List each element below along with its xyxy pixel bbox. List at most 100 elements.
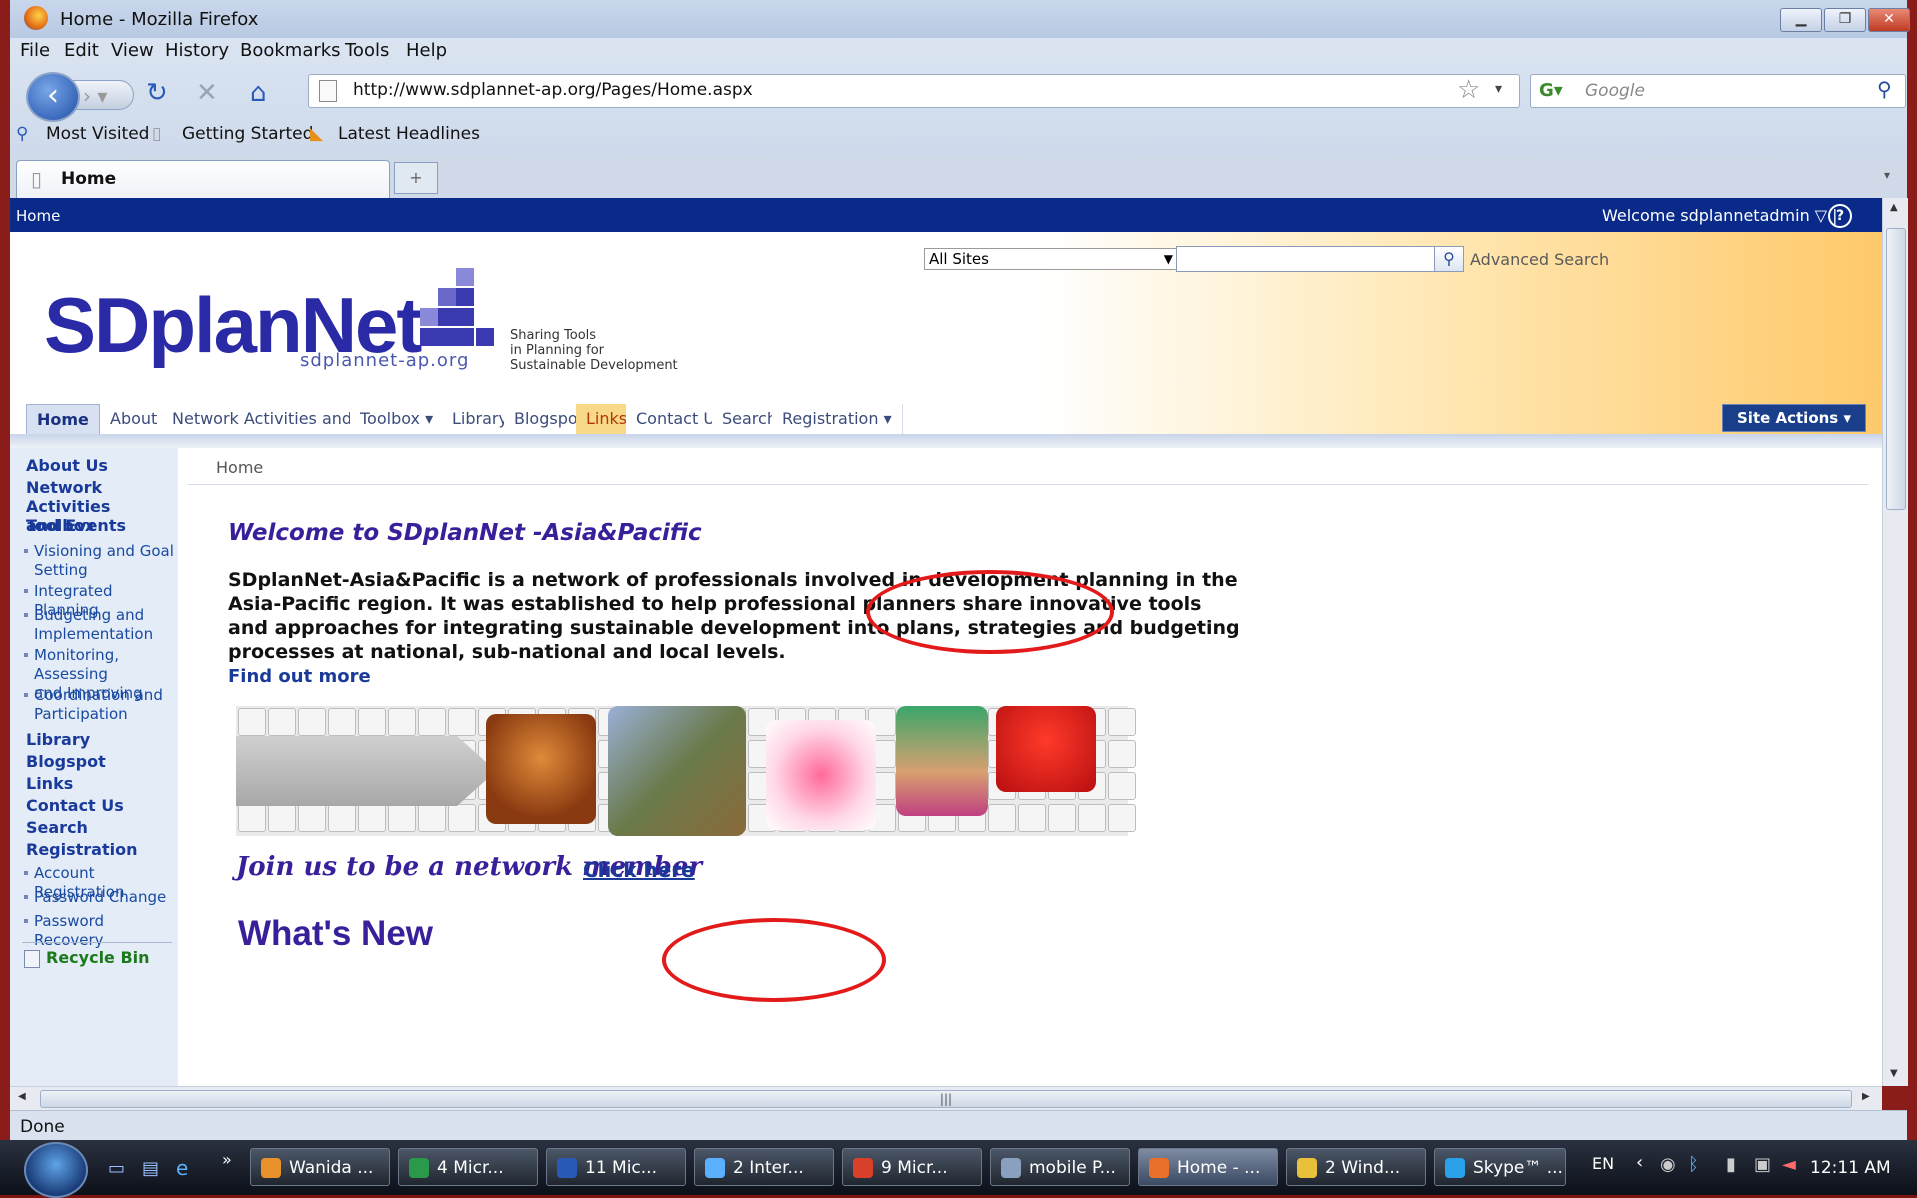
stop-icon[interactable]: ✕: [196, 78, 218, 108]
topbar-home-link[interactable]: Home: [16, 207, 60, 225]
start-button[interactable]: [24, 1142, 88, 1198]
advanced-search-link[interactable]: Advanced Search: [1470, 250, 1609, 269]
banner-tile: [1108, 708, 1136, 736]
menu-edit[interactable]: Edit: [64, 40, 99, 61]
taskbar-item[interactable]: 11 Mic...: [546, 1148, 686, 1186]
site-actions-button[interactable]: Site Actions ▾: [1722, 404, 1866, 432]
page-icon: ▯: [31, 167, 43, 191]
toolbox-visioning[interactable]: Visioning and Goal Setting: [24, 542, 174, 580]
tray-expand-icon[interactable]: ‹: [1636, 1152, 1643, 1173]
taskbar-item[interactable]: 9 Micr...: [842, 1148, 982, 1186]
switch-windows-icon[interactable]: ▤: [142, 1158, 159, 1179]
tab-home[interactable]: ▯ Home: [16, 160, 390, 199]
chevron-down-icon: ▼: [1163, 252, 1173, 266]
ie-quicklaunch-icon[interactable]: e: [176, 1156, 188, 1180]
registration-password-change[interactable]: Password Change: [23, 888, 166, 907]
url-dropdown-icon[interactable]: ▾: [1495, 81, 1502, 97]
tab-list-icon[interactable]: ▾: [1884, 168, 1890, 182]
recycle-bin-link[interactable]: Recycle Bin: [46, 948, 150, 967]
scroll-up-icon[interactable]: ▲: [1890, 202, 1898, 213]
quicklaunch-more-icon[interactable]: »: [222, 1150, 232, 1169]
maximize-button[interactable]: ❐: [1824, 8, 1866, 32]
nav-home[interactable]: Home: [26, 404, 100, 436]
menu-view[interactable]: View: [111, 40, 154, 61]
language-indicator[interactable]: EN: [1592, 1154, 1614, 1173]
search-icon[interactable]: ⚲: [1877, 77, 1892, 101]
network-icon[interactable]: ◉: [1660, 1154, 1676, 1175]
display-icon[interactable]: ▣: [1754, 1154, 1771, 1175]
horizontal-scrollbar[interactable]: ◀ ||| ▶: [10, 1086, 1882, 1111]
label-line: Network Activities: [26, 478, 111, 516]
show-desktop-icon[interactable]: ▭: [108, 1158, 125, 1179]
vertical-scroll-thumb[interactable]: [1886, 228, 1906, 510]
search-bar[interactable]: G▾ Google ⚲: [1530, 74, 1906, 108]
menu-help[interactable]: Help: [406, 40, 447, 61]
tagline-line-2: in Planning for: [510, 343, 604, 358]
tagline-line-3: Sustainable Development: [510, 358, 678, 373]
label-line: Participation: [34, 705, 128, 723]
google-icon[interactable]: G▾: [1539, 80, 1563, 101]
quick-launch-search[interactable]: Search: [26, 818, 88, 837]
site-search-button[interactable]: ⚲: [1434, 246, 1464, 272]
lantern-photo: [996, 706, 1096, 792]
forward-button[interactable]: › ▾: [72, 80, 134, 110]
page-icon: [319, 80, 337, 102]
minimize-button[interactable]: ▁: [1780, 8, 1822, 32]
breadcrumb[interactable]: Home: [216, 458, 263, 477]
nav-toolbox[interactable]: Toolbox ▾: [350, 404, 445, 434]
scroll-down-icon[interactable]: ▼: [1890, 1068, 1898, 1079]
power-icon[interactable]: ▮: [1726, 1154, 1736, 1175]
address-bar[interactable]: http://www.sdplannet-ap.org/Pages/Home.a…: [308, 74, 1520, 108]
find-out-more-link[interactable]: Find out more: [228, 666, 371, 687]
nav-registration[interactable]: Registration ▾: [772, 404, 903, 434]
close-button[interactable]: ✕: [1868, 8, 1910, 32]
click-here-link[interactable]: Click here: [583, 858, 695, 882]
volume-icon[interactable]: ◄: [1782, 1154, 1796, 1175]
taskbar-item[interactable]: 4 Micr...: [398, 1148, 538, 1186]
welcome-menu[interactable]: Welcome sdplannetadmin ▽ |: [1602, 206, 1838, 225]
title-bar: Home - Mozilla Firefox ▁ ❐ ✕: [10, 0, 1910, 38]
search-scope-select[interactable]: All Sites ▼: [924, 248, 1180, 270]
bookmark-star-icon[interactable]: ☆: [1457, 75, 1480, 105]
quick-launch-about[interactable]: About Us: [26, 456, 108, 475]
menu-file[interactable]: File: [20, 40, 50, 61]
menu-tools[interactable]: Tools: [345, 40, 389, 61]
clock[interactable]: 12:11 AM: [1810, 1158, 1891, 1178]
quick-launch-contact[interactable]: Contact Us: [26, 796, 124, 815]
quick-launch-toolbox[interactable]: Toolbox: [26, 516, 95, 535]
bookmark-latest-headlines[interactable]: Latest Headlines: [338, 124, 480, 144]
bookmark-getting-started[interactable]: Getting Started: [182, 124, 313, 144]
quick-launch-links[interactable]: Links: [26, 774, 73, 793]
quick-launch-blogspot[interactable]: Blogspot: [26, 752, 106, 771]
toolbox-coordination[interactable]: Coordination and Participation: [24, 686, 163, 724]
back-button[interactable]: ‹: [26, 72, 80, 122]
vertical-scrollbar[interactable]: ▲ ▼: [1882, 198, 1908, 1086]
bluetooth-icon[interactable]: ᛒ: [1688, 1154, 1699, 1175]
taskbar-item[interactable]: Home - ...: [1138, 1148, 1278, 1186]
taskbar-item[interactable]: mobile P...: [990, 1148, 1130, 1186]
taskbar-item[interactable]: Skype™ ...: [1434, 1148, 1566, 1186]
bookmark-most-visited[interactable]: Most Visited: [46, 124, 149, 144]
horizontal-scroll-thumb[interactable]: |||: [40, 1090, 1852, 1108]
bookmarks-toolbar: ⚲ Most Visited ▯ Getting Started ◣ Lates…: [10, 120, 1907, 150]
help-icon[interactable]: ?: [1828, 204, 1852, 228]
quick-launch-registration[interactable]: Registration: [26, 840, 137, 859]
taskbar-item[interactable]: 2 Inter...: [694, 1148, 834, 1186]
toolbox-budgeting[interactable]: Budgeting and Implementation: [23, 606, 153, 644]
new-tab-button[interactable]: +: [394, 162, 438, 194]
quick-launch-library[interactable]: Library: [26, 730, 90, 749]
taskbar-item[interactable]: 2 Wind...: [1286, 1148, 1426, 1186]
home-icon[interactable]: ⌂: [250, 78, 267, 108]
scroll-right-icon[interactable]: ▶: [1862, 1091, 1870, 1102]
menu-bookmarks[interactable]: Bookmarks: [240, 40, 341, 61]
registration-password-recovery[interactable]: Password Recovery: [24, 912, 178, 950]
reload-icon[interactable]: ↻: [146, 78, 168, 108]
banner-tile: [448, 804, 476, 832]
scroll-left-icon[interactable]: ◀: [18, 1091, 26, 1102]
menu-history[interactable]: History: [165, 40, 229, 61]
banner-image: [236, 706, 1136, 836]
taskbar-item[interactable]: Wanida ...: [250, 1148, 390, 1186]
site-search-input[interactable]: [1176, 246, 1436, 272]
breadcrumb-divider: [188, 484, 1868, 485]
quick-launch: About Us Network Activities and Events To…: [10, 448, 178, 1086]
